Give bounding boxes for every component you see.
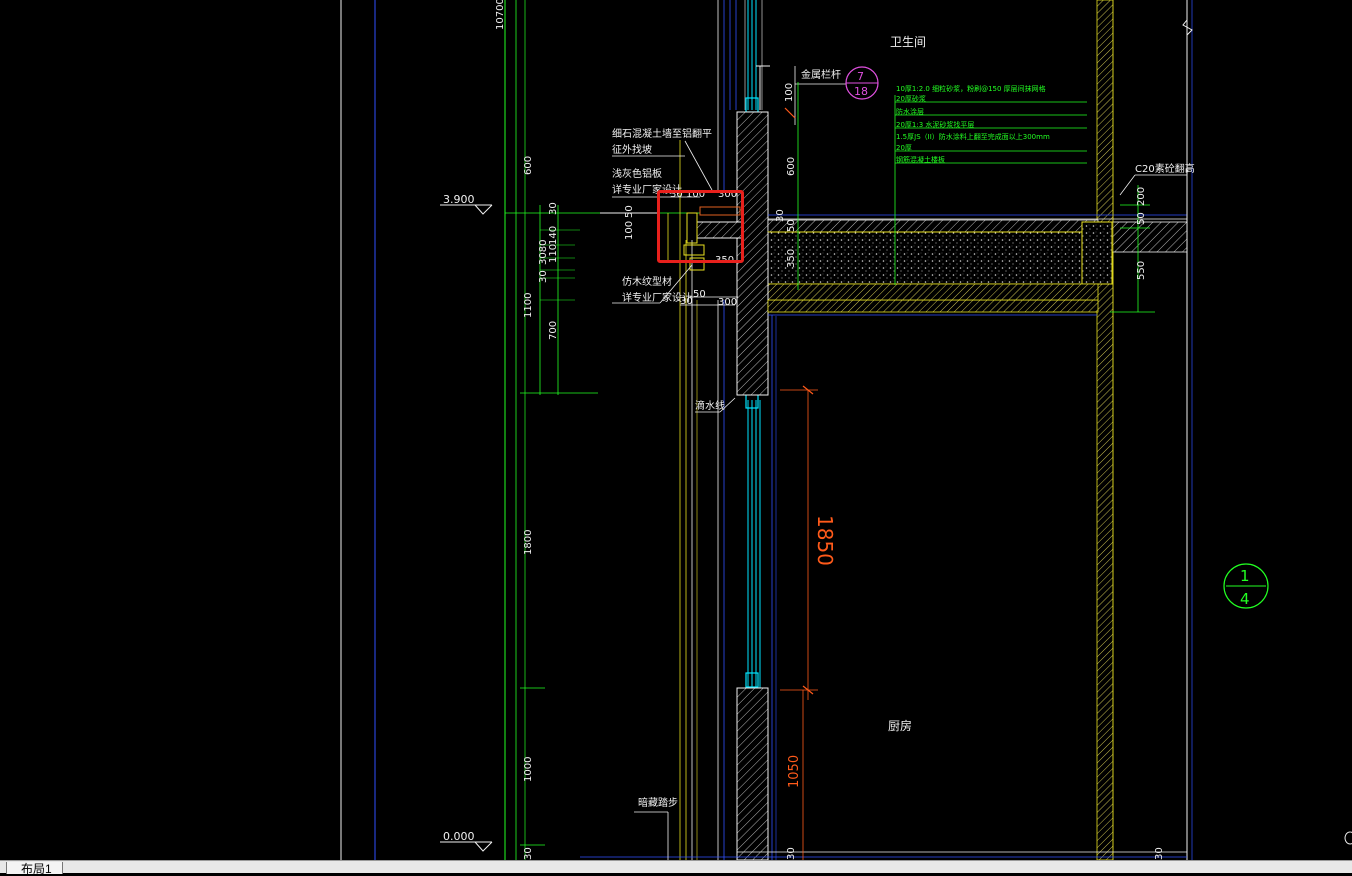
section-callout-bottom: 4: [1240, 590, 1250, 608]
section-callout-top: 1: [1240, 567, 1250, 585]
dim-detail-30b: 30: [680, 296, 693, 307]
cad-canvas[interactable]: 3.900 0.000 10700 600 1100 1800 1000 30 …: [0, 0, 1352, 860]
spec-line-2: 20厚砂浆: [896, 94, 926, 103]
spec-line-3: 防水涂层: [896, 107, 924, 116]
dim-1100: 1100: [523, 293, 534, 318]
dim-50-c20: 50: [1136, 212, 1147, 225]
dim-30-right: 30: [775, 209, 786, 222]
edge-fragment: [1344, 831, 1352, 845]
dim-30-top: 30: [548, 202, 559, 215]
note-metal-rail: 金属栏杆: [801, 68, 841, 81]
spec-texts: 10厚1:2.0 细粒砂浆，粉刷@150 厚层间抹网格 20厚砂浆 防水涂层 2…: [896, 84, 1050, 164]
level-mark-upper: 3.900: [440, 193, 493, 215]
dim-detail-50: 50: [693, 289, 706, 300]
dim-600: 600: [523, 156, 534, 175]
dim-1000: 1000: [523, 757, 534, 782]
room-label-bathroom: 卫生间: [890, 35, 926, 49]
dim-1800: 1800: [523, 530, 534, 555]
spec-line-1: 10厚1:2.0 细粒砂浆，粉刷@150 厚层间抹网格: [896, 84, 1046, 93]
dim-140: 140: [548, 226, 559, 245]
floor-slab: [767, 221, 1113, 301]
dim-100-top: 100: [784, 83, 795, 102]
section-drawing[interactable]: 3.900 0.000 10700 600 1100 1800 1000 30 …: [0, 0, 1352, 860]
note-c20: C20素砼翻高: [1135, 162, 1195, 175]
layout-tab-bar: 布局1: [0, 860, 1352, 876]
detail-callout-bottom: 18: [854, 85, 868, 98]
level-upper-label: 3.900: [443, 193, 475, 206]
detail-callout-top: 7: [857, 70, 864, 83]
dim-100-left: 100: [624, 221, 635, 240]
dim-600-right: 600: [786, 157, 797, 176]
dim-50-left: 50: [624, 205, 635, 218]
dim-700: 700: [548, 321, 559, 340]
dim-window-height: 1850: [813, 515, 837, 566]
section-callout[interactable]: 1 4: [1223, 563, 1269, 609]
dim-50-right: 50: [786, 219, 797, 232]
note-fine-concrete-1: 细石混凝土墙至铝翻平: [612, 127, 712, 140]
dim-550: 550: [1136, 261, 1147, 280]
level-mark-lower: 0.000: [440, 830, 493, 852]
dim-30-bottom-1: 30: [786, 847, 797, 860]
dim-30-bottom: 30: [523, 847, 534, 860]
dim-200: 200: [1136, 187, 1147, 206]
detail-callout[interactable]: 7 18: [845, 66, 879, 100]
dim-30-bottom-2: 30: [1154, 847, 1165, 860]
spec-line-6: 20厚: [896, 144, 912, 152]
dim-detail-300b: 300: [718, 297, 737, 308]
dim-350-right: 350: [786, 249, 797, 268]
note-wood-profile-1: 仿木纹型材: [622, 275, 672, 288]
spec-line-7: 钢筋混凝土楼板: [896, 155, 945, 164]
dim-110: 110: [548, 244, 559, 263]
note-step: 暗藏踏步: [638, 796, 678, 809]
room-label-kitchen: 厨房: [888, 718, 912, 733]
dim-sill-height: 1050: [787, 755, 802, 788]
dim-3080: 3080: [538, 240, 549, 265]
layout-tab[interactable]: 布局1: [6, 862, 63, 876]
spec-line-4: 20厚1:3 水泥砂浆找平层: [896, 120, 974, 129]
dim-10700: 10700: [495, 0, 506, 30]
dim-30-mid: 30: [538, 270, 549, 283]
level-lower-label: 0.000: [443, 830, 475, 843]
note-aluminum-1: 浅灰色铝板: [612, 167, 662, 180]
note-fine-concrete-2: 征外找坡: [612, 143, 652, 156]
spec-line-5: 1.5厚JS（II）防水涂料上翻至完成面以上300mm: [896, 132, 1050, 141]
highlight-box: [657, 190, 744, 263]
note-drip: 滴水线: [695, 399, 725, 412]
